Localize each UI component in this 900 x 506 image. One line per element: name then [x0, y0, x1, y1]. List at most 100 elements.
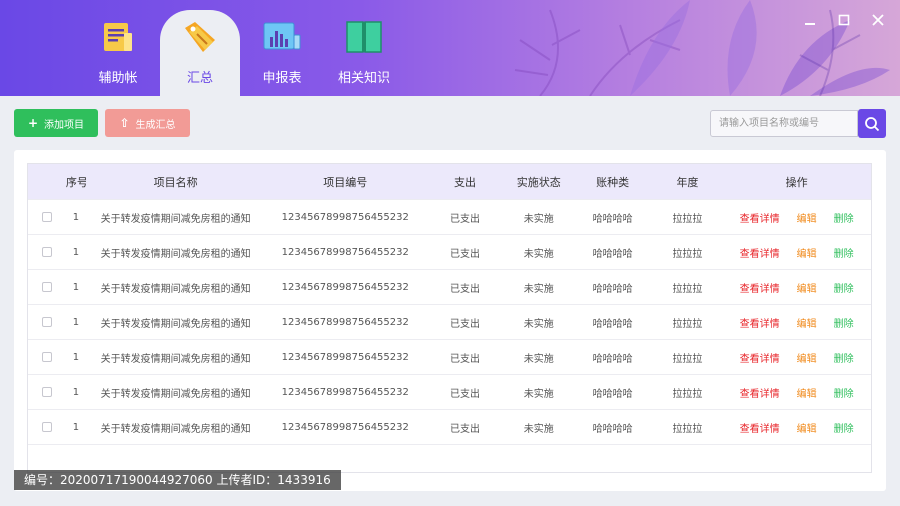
cell-ops: 查看详情 编辑 删除 [722, 280, 871, 295]
cell-name: 关于转发疫情期间减免房租的通知 [100, 423, 251, 435]
tab-auxiliary-ledger[interactable]: 辅助帐 [78, 0, 158, 96]
cell-code: 12345678998756455232 [281, 211, 409, 223]
cell-pay: 已支出 [449, 388, 480, 400]
close-icon[interactable] [868, 10, 888, 30]
cell-year: 拉拉拉 [672, 283, 703, 295]
tab-label: 辅助帐 [98, 71, 138, 86]
cell-name: 关于转发疫情期间减免房租的通知 [100, 388, 251, 400]
row-checkbox[interactable] [41, 352, 52, 362]
add-project-label: 添加项目 [44, 119, 85, 131]
edit-link[interactable]: 编辑 [789, 210, 825, 225]
cell-code: 12345678998756455232 [281, 421, 409, 433]
table-row: 1 关于转发疫情期间减免房租的通知 12345678998756455232 已… [28, 269, 871, 304]
row-checkbox-cell [28, 352, 66, 362]
maximize-icon[interactable] [834, 10, 854, 30]
table-row: 1 关于转发疫情期间减免房租的通知 12345678998756455232 已… [28, 304, 871, 339]
table-row: 1 关于转发疫情期间减免房租的通知 12345678998756455232 已… [28, 199, 871, 234]
table-row: 1 关于转发疫情期间减免房租的通知 12345678998756455232 已… [28, 234, 871, 269]
cell-status: 未实施 [523, 318, 554, 330]
view-details-link[interactable]: 查看详情 [731, 280, 789, 295]
minimize-icon[interactable] [800, 10, 820, 30]
delete-link[interactable]: 删除 [825, 350, 863, 365]
cell-account: 哈哈哈哈 [592, 318, 633, 330]
delete-link[interactable]: 删除 [825, 315, 863, 330]
row-checkbox-cell [28, 387, 66, 397]
edit-link[interactable]: 编辑 [789, 245, 825, 260]
search-button[interactable] [858, 109, 886, 138]
content-card: 序号 项目名称 项目编号 支出 实施状态 账种类 年度 操作 1 关于转发疫情期… [14, 150, 886, 491]
cell-code: 12345678998756455232 [281, 281, 409, 293]
cell-pay: 已支出 [449, 423, 480, 435]
cell-code: 12345678998756455232 [281, 351, 409, 363]
cell-pay: 已支出 [449, 248, 480, 260]
cell-code: 12345678998756455232 [281, 316, 409, 328]
row-checkbox[interactable] [41, 422, 52, 432]
row-checkbox[interactable] [41, 317, 52, 327]
open-book-icon [344, 17, 384, 57]
cell-name: 关于转发疫情期间减免房租的通知 [100, 318, 251, 330]
view-details-link[interactable]: 查看详情 [731, 420, 789, 435]
tab-related-knowledge[interactable]: 相关知识 [324, 0, 404, 96]
header-code: 项目编号 [323, 175, 368, 189]
cell-pay: 已支出 [449, 353, 480, 365]
delete-link[interactable]: 删除 [825, 280, 863, 295]
generate-summary-button[interactable]: ⇧ 生成汇总 [105, 109, 190, 137]
app-header: 辅助帐 汇总 申报表 相关知识 [0, 0, 900, 96]
view-details-link[interactable]: 查看详情 [731, 385, 789, 400]
footer-id-label: 编号：20200717190044927060 上传者ID：1433916 [14, 470, 341, 490]
view-details-link[interactable]: 查看详情 [731, 350, 789, 365]
cell-no: 1 [72, 281, 80, 293]
add-project-button[interactable]: + 添加项目 [14, 109, 98, 137]
cell-status: 未实施 [523, 283, 554, 295]
table-header: 序号 项目名称 项目编号 支出 实施状态 账种类 年度 操作 [28, 164, 871, 199]
upload-arrow-icon: ⇧ [119, 116, 130, 130]
cell-status: 未实施 [523, 213, 554, 225]
row-checkbox-cell [28, 422, 66, 432]
cell-ops: 查看详情 编辑 删除 [722, 385, 871, 400]
plus-icon: + [27, 116, 39, 130]
tab-declaration-form[interactable]: 申报表 [242, 0, 322, 96]
cell-pay: 已支出 [449, 283, 480, 295]
view-details-link[interactable]: 查看详情 [731, 315, 789, 330]
price-tag-icon [180, 17, 220, 57]
edit-link[interactable]: 编辑 [789, 350, 825, 365]
table-row: 1 关于转发疫情期间减免房租的通知 12345678998756455232 已… [28, 374, 871, 409]
tab-label: 申报表 [262, 71, 302, 86]
tab-summary[interactable]: 汇总 [160, 10, 240, 96]
cell-status: 未实施 [523, 353, 554, 365]
cell-status: 未实施 [523, 388, 554, 400]
row-checkbox[interactable] [41, 247, 52, 257]
delete-link[interactable]: 删除 [825, 420, 863, 435]
delete-link[interactable]: 删除 [825, 210, 863, 225]
delete-link[interactable]: 删除 [825, 245, 863, 260]
view-details-link[interactable]: 查看详情 [731, 245, 789, 260]
ledger-book-icon [98, 17, 138, 57]
row-checkbox[interactable] [41, 387, 52, 397]
cell-account: 哈哈哈哈 [592, 283, 633, 295]
cell-ops: 查看详情 编辑 删除 [722, 210, 871, 225]
cell-year: 拉拉拉 [672, 213, 703, 225]
edit-link[interactable]: 编辑 [789, 315, 825, 330]
tab-label: 相关知识 [337, 71, 390, 86]
cell-account: 哈哈哈哈 [592, 423, 633, 435]
cell-ops: 查看详情 编辑 删除 [722, 350, 871, 365]
edit-link[interactable]: 编辑 [789, 385, 825, 400]
row-checkbox[interactable] [41, 282, 52, 292]
header-name: 项目名称 [153, 175, 198, 189]
generate-summary-label: 生成汇总 [135, 119, 176, 131]
delete-link[interactable]: 删除 [825, 385, 863, 400]
header-ops: 操作 [785, 175, 808, 189]
view-details-link[interactable]: 查看详情 [731, 210, 789, 225]
cell-pay: 已支出 [449, 318, 480, 330]
search-input[interactable] [710, 110, 858, 137]
table-row: 1 关于转发疫情期间减免房租的通知 12345678998756455232 已… [28, 339, 871, 374]
edit-link[interactable]: 编辑 [789, 420, 825, 435]
search-icon [865, 116, 880, 131]
row-checkbox[interactable] [41, 212, 52, 222]
row-checkbox-cell [28, 247, 66, 257]
cell-no: 1 [72, 211, 80, 223]
header-account: 账种类 [596, 175, 630, 189]
main-nav: 辅助帐 汇总 申报表 相关知识 [78, 0, 406, 96]
edit-link[interactable]: 编辑 [789, 280, 825, 295]
row-checkbox-cell [28, 212, 66, 222]
